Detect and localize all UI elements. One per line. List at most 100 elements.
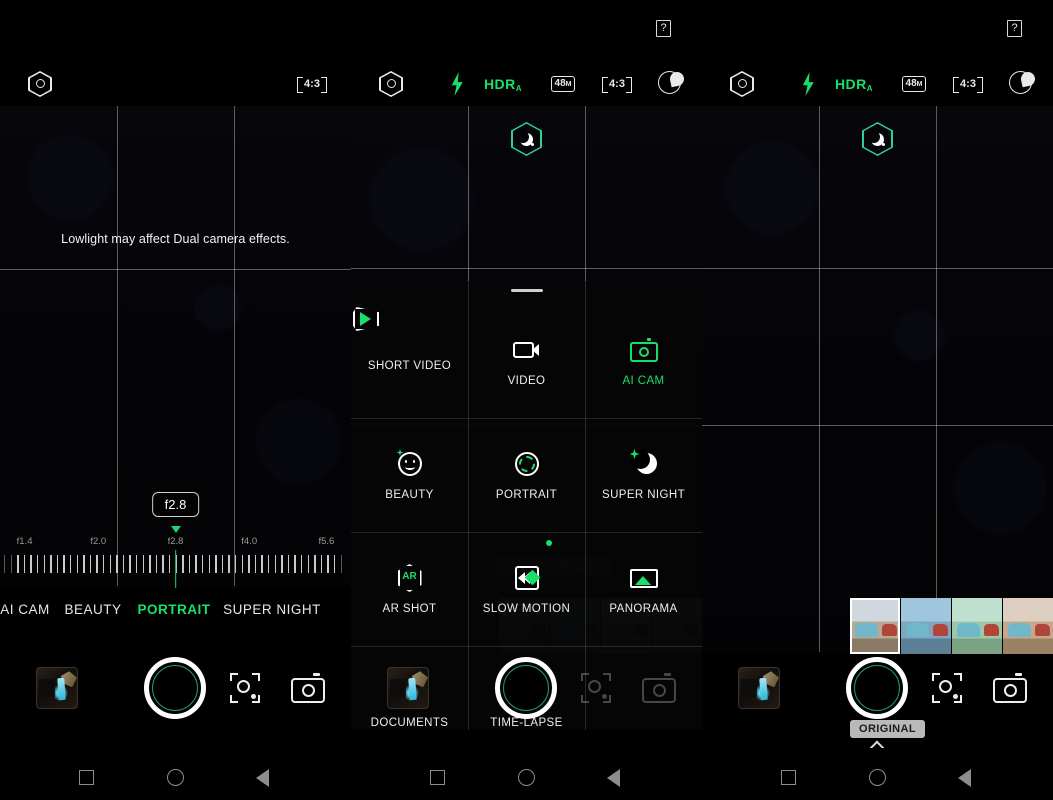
short-video-icon <box>351 304 381 334</box>
aperture-tick <box>142 555 144 573</box>
shutter-button[interactable] <box>495 657 557 719</box>
recents-button[interactable] <box>79 770 94 785</box>
gallery-thumbnail[interactable] <box>36 667 78 709</box>
recents-button[interactable] <box>781 770 796 785</box>
back-button[interactable] <box>607 769 620 787</box>
ai-lens-icon[interactable] <box>230 673 260 703</box>
switch-camera-button[interactable] <box>642 673 676 703</box>
mode-selector-strip[interactable]: AI CAM BEAUTY PORTRAIT SUPER NIGHT <box>0 602 351 632</box>
night-moon <box>630 450 657 474</box>
aspect-ratio-icon[interactable]: 4:3 <box>587 62 647 106</box>
mode-strip-item-portrait[interactable]: PORTRAIT <box>138 602 211 617</box>
back-button[interactable] <box>256 769 269 787</box>
bokeh-circles <box>1009 70 1037 97</box>
ai-lens-icon[interactable] <box>932 673 962 703</box>
ai-cam-nub <box>646 338 651 341</box>
home-button[interactable] <box>518 769 535 786</box>
gallery-thumbnail[interactable] <box>738 667 780 709</box>
filter-car-red <box>882 623 897 637</box>
bokeh-icon[interactable] <box>641 62 701 106</box>
recents-button[interactable] <box>430 770 445 785</box>
hdr-text: HDR <box>483 76 516 92</box>
lens-bracket-tl <box>230 673 238 681</box>
back-button[interactable] <box>958 769 971 787</box>
thumbnail-dark-area <box>740 679 757 698</box>
resolution-icon[interactable]: 48M <box>884 62 944 106</box>
ai-lens-icon[interactable] <box>581 673 611 703</box>
hdr-label: HDRA <box>483 76 522 93</box>
shutter-button[interactable] <box>846 657 908 719</box>
mode-cell-panorama[interactable]: PANORAMA <box>585 532 702 646</box>
settings-icon[interactable] <box>373 62 409 106</box>
status-bar: ? <box>702 0 1053 48</box>
mode-cell-label: AI CAM <box>622 375 665 387</box>
resolution-value: 48 <box>905 78 917 89</box>
bokeh-icon[interactable] <box>992 62 1052 106</box>
mode-cell-slow-motion[interactable]: SLOW MOTION <box>468 532 585 646</box>
mode-cell-ar-shot[interactable]: AR AR SHOT <box>351 532 468 646</box>
switch-camera-nub <box>1015 673 1022 676</box>
aperture-tick <box>314 555 316 573</box>
lens-bracket-tl <box>932 673 940 681</box>
lens-bracket-tr <box>603 673 611 681</box>
aperture-tick <box>70 555 72 573</box>
aperture-tick <box>215 555 217 573</box>
shutter-button[interactable] <box>144 657 206 719</box>
gallery-thumbnail[interactable] <box>387 667 429 709</box>
portrait-dashed-ring <box>518 456 535 472</box>
sheet-drag-handle[interactable] <box>510 289 543 292</box>
mode-cell-label: SUPER NIGHT <box>602 489 685 501</box>
mode-cell-ai-cam[interactable]: AI CAM <box>585 304 702 418</box>
lens-bracket-tr <box>954 673 962 681</box>
home-button[interactable] <box>869 769 886 786</box>
mode-cell-beauty[interactable]: BEAUTY <box>351 418 468 532</box>
hdr-icon[interactable]: HDRA <box>473 62 533 106</box>
lens-circle <box>237 680 250 693</box>
aperture-tick <box>340 555 342 573</box>
mode-strip-item-beauty[interactable]: BEAUTY <box>64 602 121 617</box>
aperture-tick <box>254 555 257 573</box>
aperture-tick <box>241 555 243 573</box>
settings-icon[interactable] <box>22 62 58 106</box>
aperture-tick <box>63 555 65 573</box>
switch-camera-button[interactable] <box>291 673 325 703</box>
aperture-tick <box>17 555 19 573</box>
video-body <box>512 342 534 358</box>
aperture-tick-label-2: f2.8 <box>167 536 184 547</box>
aperture-tick <box>268 555 270 573</box>
aperture-slider[interactable]: f2.8 f1.4 f2.0 f2.8 f4.0 f5.6 <box>0 492 351 592</box>
home-button[interactable] <box>167 769 184 786</box>
camera-top-toolbar: 4:3 <box>0 62 351 106</box>
aspect-ratio-icon[interactable]: 4:3 <box>938 62 998 106</box>
switch-camera-nub <box>664 673 671 676</box>
switch-camera-button[interactable] <box>993 673 1027 703</box>
aperture-tick <box>334 555 336 573</box>
shutter-inner-ring <box>152 665 198 711</box>
hdr-label: HDRA <box>835 76 873 93</box>
aperture-tick <box>327 555 329 573</box>
aspect-ratio-icon[interactable]: 4:3 <box>282 62 342 106</box>
mode-cell-label: PORTRAIT <box>495 489 558 501</box>
thumbnail-bottle <box>57 678 66 701</box>
mode-cell-video[interactable]: VIDEO <box>468 304 585 418</box>
mode-cell-portrait[interactable]: PORTRAIT <box>468 418 585 532</box>
panorama-icon <box>629 563 659 593</box>
hdr-icon[interactable]: HDRA <box>824 62 884 106</box>
grid-line-vertical-1 <box>819 106 820 652</box>
mode-cell-super-night[interactable]: SUPER NIGHT <box>585 418 702 532</box>
settings-icon[interactable] <box>724 62 760 106</box>
aperture-tick <box>89 555 92 573</box>
mode-strip-item-ai-cam[interactable]: AI CAM <box>0 602 50 617</box>
aperture-tick-label-4: f5.6 <box>318 536 335 547</box>
aspect-ratio-label: 4:3 <box>953 76 983 93</box>
resolution-icon[interactable]: 48M <box>533 62 593 106</box>
filter-car-blue <box>906 622 929 638</box>
camera-bottom-bar <box>702 645 1053 755</box>
lens-bracket-tl <box>581 673 589 681</box>
camera-panel-filters: ? HDRA 48M 4:3 ORIGINAL <box>702 0 1053 800</box>
lowlight-warning-text: Lowlight may affect Dual camera effects. <box>61 232 290 246</box>
mode-strip-item-super-night[interactable]: SUPER NIGHT <box>223 602 321 617</box>
mode-cell-short-video[interactable]: SHORT VIDEO <box>351 304 468 418</box>
aperture-tick <box>307 555 309 573</box>
filter-car-red <box>933 623 948 637</box>
